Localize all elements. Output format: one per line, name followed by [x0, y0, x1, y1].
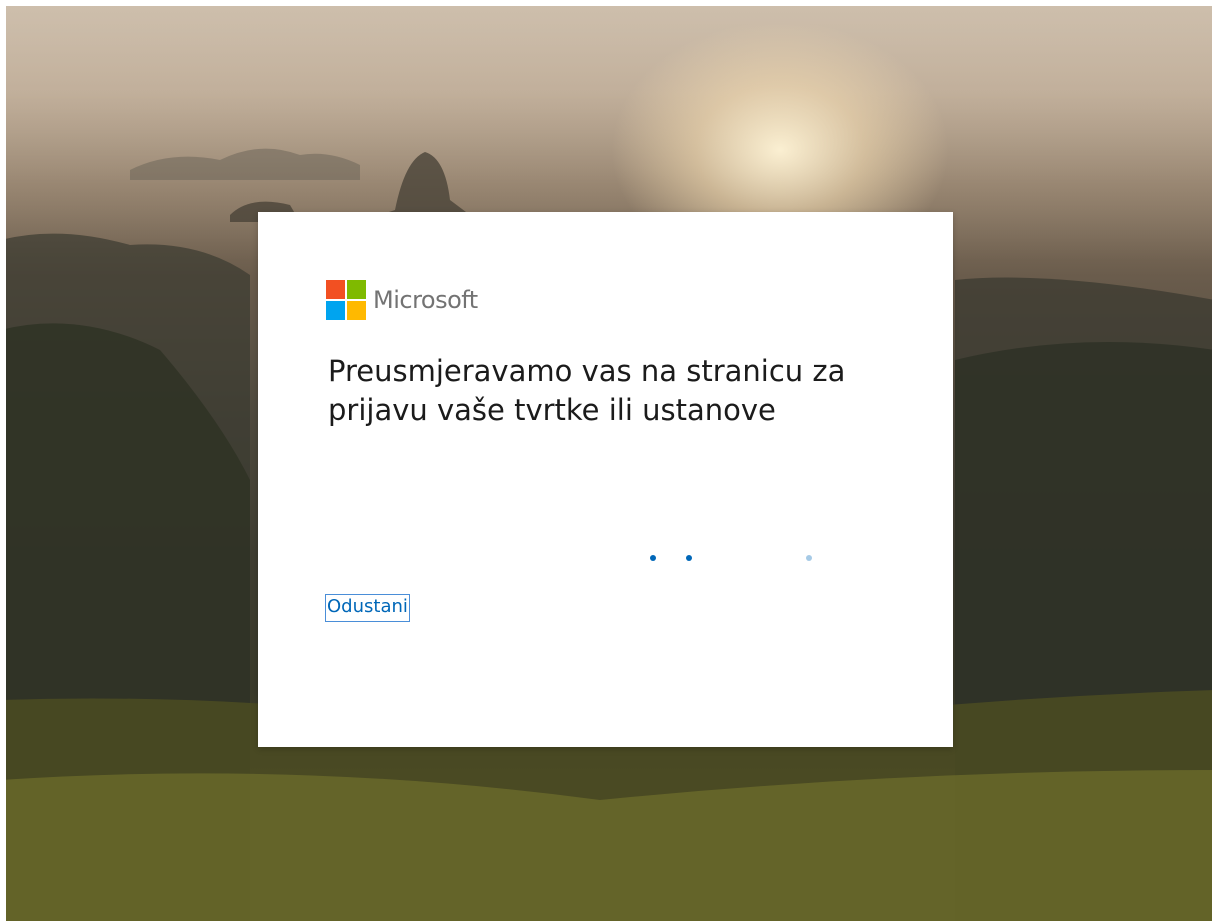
logo-red-square [326, 280, 345, 299]
redirect-title: Preusmjeravamo vas na stranicu za prijav… [328, 354, 846, 427]
brand-header: Microsoft [326, 280, 478, 320]
progress-dot [806, 555, 812, 561]
progress-indicator [650, 555, 830, 565]
progress-dot [686, 555, 692, 561]
progress-dot [650, 555, 656, 561]
signin-card: Microsoft Preusmjeravamo vas na stranicu… [258, 212, 953, 747]
brand-name: Microsoft [373, 286, 478, 314]
microsoft-logo-icon [326, 280, 366, 320]
cancel-link[interactable]: Odustani [325, 594, 410, 622]
logo-blue-square [326, 301, 345, 320]
logo-green-square [347, 280, 366, 299]
logo-yellow-square [347, 301, 366, 320]
